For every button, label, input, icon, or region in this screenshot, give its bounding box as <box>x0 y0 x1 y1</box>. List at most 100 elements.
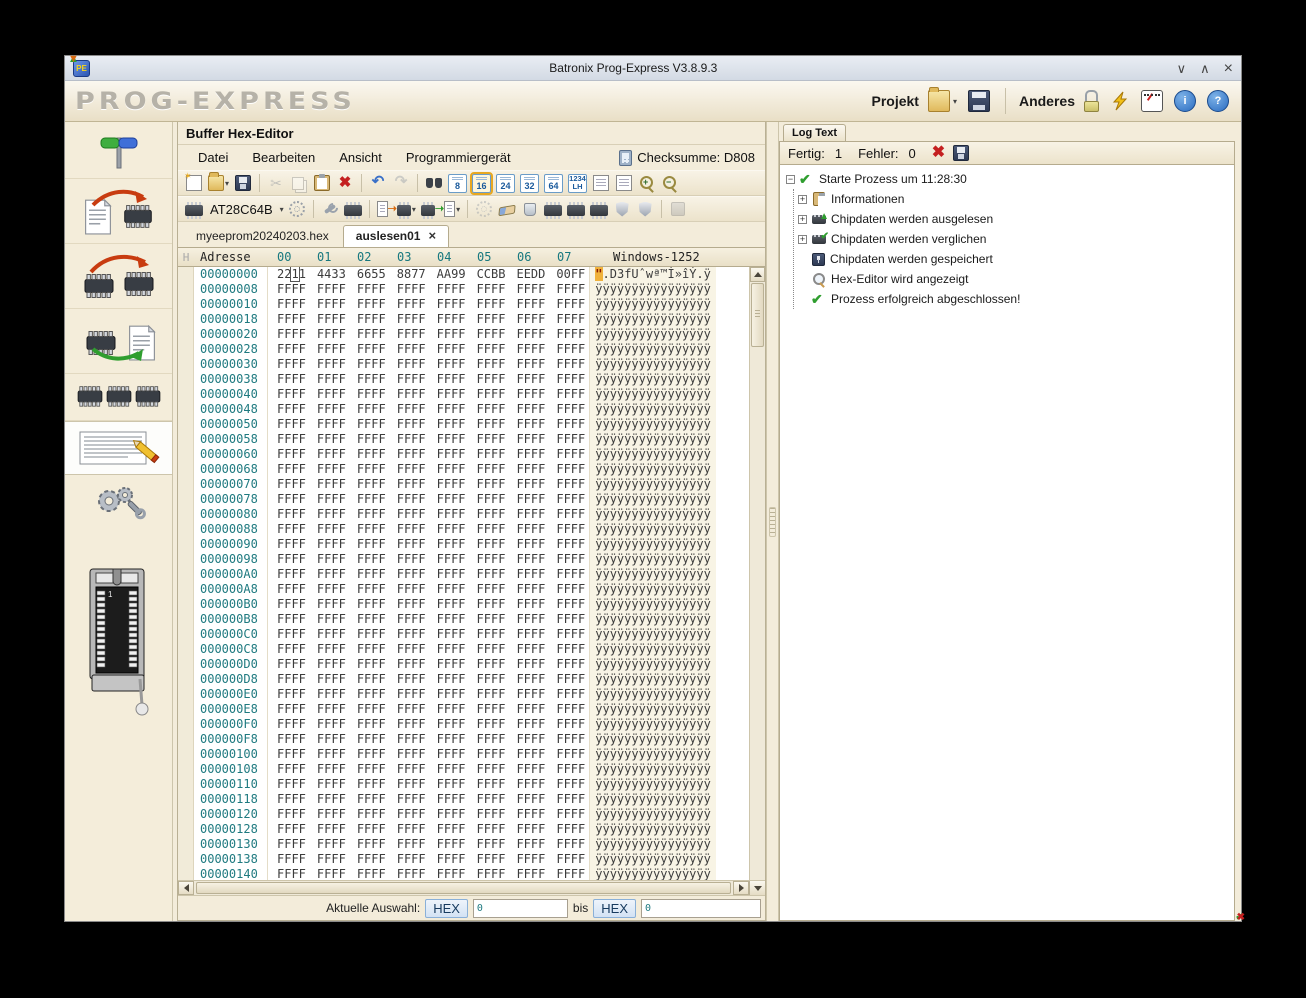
hex-row[interactable]: 00000008FFFFFFFFFFFFFFFFFFFFFFFFFFFFFFFF… <box>178 282 749 297</box>
zoom-out-button[interactable]: − <box>660 173 680 193</box>
row-hex-values[interactable]: FFFFFFFFFFFFFFFFFFFFFFFFFFFFFFFF <box>268 507 585 522</box>
hex-row[interactable]: 00000018FFFFFFFFFFFFFFFFFFFFFFFFFFFFFFFF… <box>178 312 749 327</box>
write-buffer-to-chip-button[interactable]: ➝▾ <box>376 199 417 219</box>
row-hex-values[interactable]: FFFFFFFFFFFFFFFFFFFFFFFFFFFFFFFF <box>268 867 585 880</box>
row-hex-values[interactable]: FFFFFFFFFFFFFFFFFFFFFFFFFFFFFFFF <box>268 612 585 627</box>
row-hex-values[interactable]: FFFFFFFFFFFFFFFFFFFFFFFFFFFFFFFF <box>268 432 585 447</box>
row-hex-values[interactable]: FFFFFFFFFFFFFFFFFFFFFFFFFFFFFFFF <box>268 537 585 552</box>
row-hex-values[interactable]: FFFFFFFFFFFFFFFFFFFFFFFFFFFFFFFF <box>268 402 585 417</box>
row-hex-values[interactable]: FFFFFFFFFFFFFFFFFFFFFFFFFFFFFFFF <box>268 552 585 567</box>
row-hex-values[interactable]: 2211443366558877AA99CCBBEEDD00FF <box>268 267 585 282</box>
row-hex-values[interactable]: FFFFFFFFFFFFFFFFFFFFFFFFFFFFFFFF <box>268 807 585 822</box>
row-ascii[interactable]: ÿÿÿÿÿÿÿÿÿÿÿÿÿÿÿÿ <box>589 462 716 477</box>
log-entry[interactable]: Hex-Editor wird angezeigt <box>798 269 1228 289</box>
hex-row[interactable]: 00000040FFFFFFFFFFFFFFFFFFFFFFFFFFFFFFFF… <box>178 387 749 402</box>
row-hex-values[interactable]: FFFFFFFFFFFFFFFFFFFFFFFFFFFFFFFF <box>268 852 585 867</box>
maximize-button[interactable]: ∧ <box>1200 62 1210 75</box>
hex-row[interactable]: 00000130FFFFFFFFFFFFFFFFFFFFFFFFFFFFFFFF… <box>178 837 749 852</box>
insert-column-left-button[interactable]: ▲ <box>591 173 611 193</box>
row-hex-values[interactable]: FFFFFFFFFFFFFFFFFFFFFFFFFFFFFFFF <box>268 492 585 507</box>
hex-row[interactable]: 00000100FFFFFFFFFFFFFFFFFFFFFFFFFFFFFFFF… <box>178 747 749 762</box>
row-hex-values[interactable]: FFFFFFFFFFFFFFFFFFFFFFFFFFFFFFFF <box>268 687 585 702</box>
row-hex-values[interactable]: FFFFFFFFFFFFFFFFFFFFFFFFFFFFFFFF <box>268 447 585 462</box>
sidebar-item-copy-chip[interactable] <box>65 244 172 309</box>
hex-row[interactable]: 00000080FFFFFFFFFFFFFFFFFFFFFFFFFFFFFFFF… <box>178 507 749 522</box>
copy-button[interactable] <box>289 173 309 193</box>
row-ascii[interactable]: ÿÿÿÿÿÿÿÿÿÿÿÿÿÿÿÿ <box>589 597 716 612</box>
row-hex-values[interactable]: FFFFFFFFFFFFFFFFFFFFFFFFFFFFFFFF <box>268 792 585 807</box>
find-button[interactable] <box>424 173 444 193</box>
row-hex-values[interactable]: FFFFFFFFFFFFFFFFFFFFFFFFFFFFFFFF <box>268 327 585 342</box>
chip-info-button[interactable] <box>343 199 363 219</box>
read-chip-button[interactable]: ▼ <box>566 199 586 219</box>
row-ascii[interactable]: ÿÿÿÿÿÿÿÿÿÿÿÿÿÿÿÿ <box>589 357 716 372</box>
save-project-button[interactable] <box>966 88 992 114</box>
erase-chip-button[interactable] <box>497 199 517 219</box>
new-buffer-button[interactable] <box>184 173 204 193</box>
row-ascii[interactable]: ÿÿÿÿÿÿÿÿÿÿÿÿÿÿÿÿ <box>589 432 716 447</box>
redo-button[interactable]: ↷ <box>391 173 411 193</box>
dropdown-arrow-icon[interactable]: ▾ <box>280 205 284 214</box>
hex-row[interactable]: 000000D8FFFFFFFFFFFFFFFFFFFFFFFFFFFFFFFF… <box>178 672 749 687</box>
hex-row[interactable]: 00000058FFFFFFFFFFFFFFFFFFFFFFFFFFFFFFFF… <box>178 432 749 447</box>
row-ascii[interactable]: ".D3fUˆwª™Ì»îÝ.ÿ <box>589 267 716 282</box>
minimize-button[interactable]: ∨ <box>1177 62 1187 75</box>
stop-button[interactable] <box>668 199 688 219</box>
row-hex-values[interactable]: FFFFFFFFFFFFFFFFFFFFFFFFFFFFFFFF <box>268 702 585 717</box>
row-hex-values[interactable]: FFFFFFFFFFFFFFFFFFFFFFFFFFFFFFFF <box>268 567 585 582</box>
hex-from-button[interactable]: HEX <box>425 899 468 918</box>
row-ascii[interactable]: ÿÿÿÿÿÿÿÿÿÿÿÿÿÿÿÿ <box>589 822 716 837</box>
row-ascii[interactable]: ÿÿÿÿÿÿÿÿÿÿÿÿÿÿÿÿ <box>589 807 716 822</box>
row-hex-values[interactable]: FFFFFFFFFFFFFFFFFFFFFFFFFFFFFFFF <box>268 732 585 747</box>
expand-icon[interactable]: + <box>798 235 807 244</box>
row-ascii[interactable]: ÿÿÿÿÿÿÿÿÿÿÿÿÿÿÿÿ <box>589 492 716 507</box>
row-ascii[interactable]: ÿÿÿÿÿÿÿÿÿÿÿÿÿÿÿÿ <box>589 312 716 327</box>
sidebar-item-settings[interactable] <box>65 475 172 527</box>
menu-bearbeiten[interactable]: Bearbeiten <box>242 148 325 167</box>
verify-chip-button[interactable]: ✔ <box>589 199 609 219</box>
row-ascii[interactable]: ÿÿÿÿÿÿÿÿÿÿÿÿÿÿÿÿ <box>589 867 716 880</box>
cut-button[interactable]: ✂ <box>266 173 286 193</box>
insert-column-right-button[interactable]: ▲ <box>614 173 634 193</box>
hex-row[interactable]: 00000128FFFFFFFFFFFFFFFFFFFFFFFFFFFFFFFF… <box>178 822 749 837</box>
row-hex-values[interactable]: FFFFFFFFFFFFFFFFFFFFFFFFFFFFFFFF <box>268 582 585 597</box>
read-chip-to-buffer-button[interactable]: ➝▾ <box>420 199 461 219</box>
row-ascii[interactable]: ÿÿÿÿÿÿÿÿÿÿÿÿÿÿÿÿ <box>589 792 716 807</box>
row-ascii[interactable]: ÿÿÿÿÿÿÿÿÿÿÿÿÿÿÿÿ <box>589 612 716 627</box>
row-ascii[interactable]: ÿÿÿÿÿÿÿÿÿÿÿÿÿÿÿÿ <box>589 507 716 522</box>
row-ascii[interactable]: ÿÿÿÿÿÿÿÿÿÿÿÿÿÿÿÿ <box>589 627 716 642</box>
wizard-button[interactable] <box>1108 89 1132 113</box>
hex-to-button[interactable]: HEX <box>593 899 636 918</box>
hex-row[interactable]: 000000D0FFFFFFFFFFFFFFFFFFFFFFFFFFFFFFFF… <box>178 657 749 672</box>
vertical-scroll-thumb[interactable] <box>751 283 764 347</box>
log-entry[interactable]: Chipdaten werden gespeichert <box>798 249 1228 269</box>
sidebar-item-hex-editor[interactable] <box>65 421 172 475</box>
panel-splitter[interactable] <box>766 122 779 921</box>
hex-row[interactable]: 00000050FFFFFFFFFFFFFFFFFFFFFFFFFFFFFFFF… <box>178 417 749 432</box>
tab-close-icon[interactable]: × <box>428 231 436 241</box>
row-hex-values[interactable]: FFFFFFFFFFFFFFFFFFFFFFFFFFFFFFFF <box>268 747 585 762</box>
width-64-button[interactable]: 64 <box>543 173 564 193</box>
paste-button[interactable] <box>312 173 332 193</box>
row-ascii[interactable]: ÿÿÿÿÿÿÿÿÿÿÿÿÿÿÿÿ <box>589 687 716 702</box>
row-hex-values[interactable]: FFFFFFFFFFFFFFFFFFFFFFFFFFFFFFFF <box>268 627 585 642</box>
device-name[interactable]: AT28C64B <box>210 202 273 217</box>
hex-row[interactable]: 00000020FFFFFFFFFFFFFFFFFFFFFFFFFFFFFFFF… <box>178 327 749 342</box>
scroll-left-button[interactable] <box>178 881 194 895</box>
sidebar-item-start[interactable] <box>65 126 172 179</box>
row-ascii[interactable]: ÿÿÿÿÿÿÿÿÿÿÿÿÿÿÿÿ <box>589 552 716 567</box>
hex-row[interactable]: 00000028FFFFFFFFFFFFFFFFFFFFFFFFFFFFFFFF… <box>178 342 749 357</box>
save-log-button[interactable] <box>953 145 969 161</box>
horizontal-scrollbar[interactable] <box>178 880 765 895</box>
row-ascii[interactable]: ÿÿÿÿÿÿÿÿÿÿÿÿÿÿÿÿ <box>589 282 716 297</box>
hex-row[interactable]: 00000038FFFFFFFFFFFFFFFFFFFFFFFFFFFFFFFF… <box>178 372 749 387</box>
hex-row[interactable]: 000000002211443366558877AA99CCBBEEDD00FF… <box>178 267 749 282</box>
row-ascii[interactable]: ÿÿÿÿÿÿÿÿÿÿÿÿÿÿÿÿ <box>589 582 716 597</box>
row-ascii[interactable]: ÿÿÿÿÿÿÿÿÿÿÿÿÿÿÿÿ <box>589 447 716 462</box>
row-hex-values[interactable]: FFFFFFFFFFFFFFFFFFFFFFFFFFFFFFFF <box>268 777 585 792</box>
row-ascii[interactable]: ÿÿÿÿÿÿÿÿÿÿÿÿÿÿÿÿ <box>589 567 716 582</box>
row-ascii[interactable]: ÿÿÿÿÿÿÿÿÿÿÿÿÿÿÿÿ <box>589 297 716 312</box>
undo-button[interactable]: ↶ <box>368 173 388 193</box>
open-project-button[interactable]: ▾ <box>926 88 959 114</box>
unlock-button[interactable] <box>1082 88 1101 114</box>
